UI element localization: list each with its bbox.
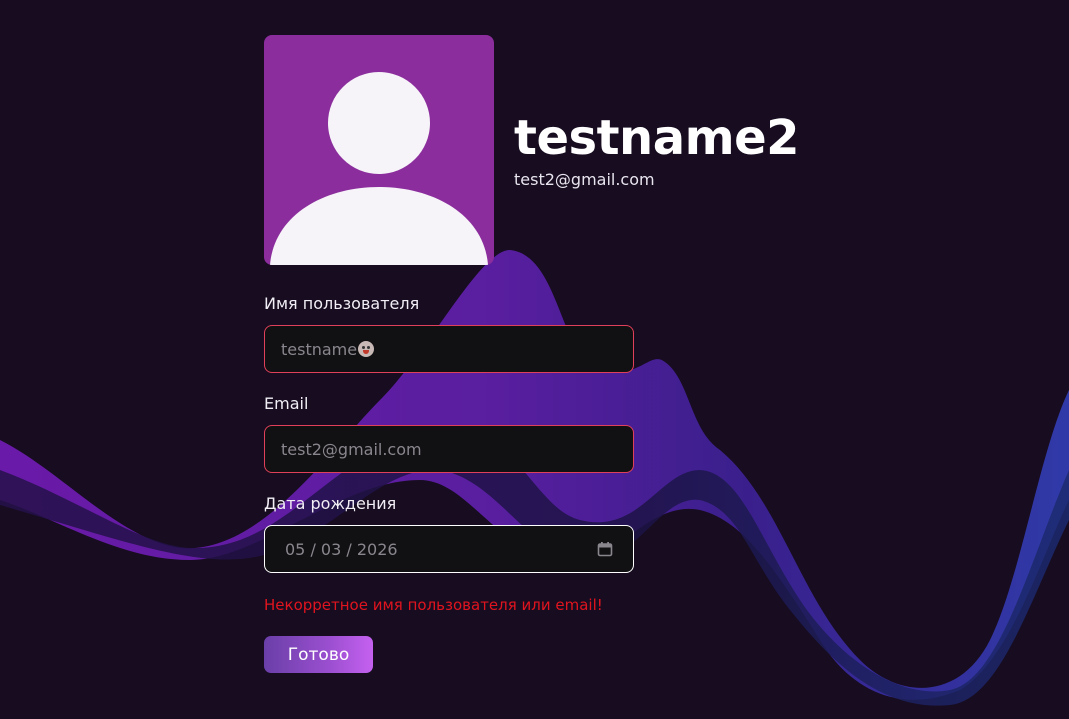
error-message: Некорретное имя пользователя или email! [264,596,603,614]
avatar[interactable] [264,35,494,265]
dob-value: 05 / 03 / 2026 [285,539,398,559]
clown-face-emoji-icon [358,341,375,357]
dob-input[interactable]: 05 / 03 / 2026 [264,525,634,573]
username-value: testname [281,339,358,359]
email-value: test2@gmail.com [281,439,422,459]
submit-button[interactable]: Готово [264,636,373,673]
profile-email: test2@gmail.com [514,170,655,189]
user-silhouette-icon [270,72,488,265]
username-label: Имя пользователя [264,294,420,313]
username-input[interactable]: testname [264,325,634,373]
profile-username: testname2 [514,110,800,166]
email-input[interactable]: test2@gmail.com [264,425,634,473]
email-label: Email [264,394,309,413]
dob-label: Дата рождения [264,494,397,513]
calendar-icon[interactable] [597,541,613,557]
